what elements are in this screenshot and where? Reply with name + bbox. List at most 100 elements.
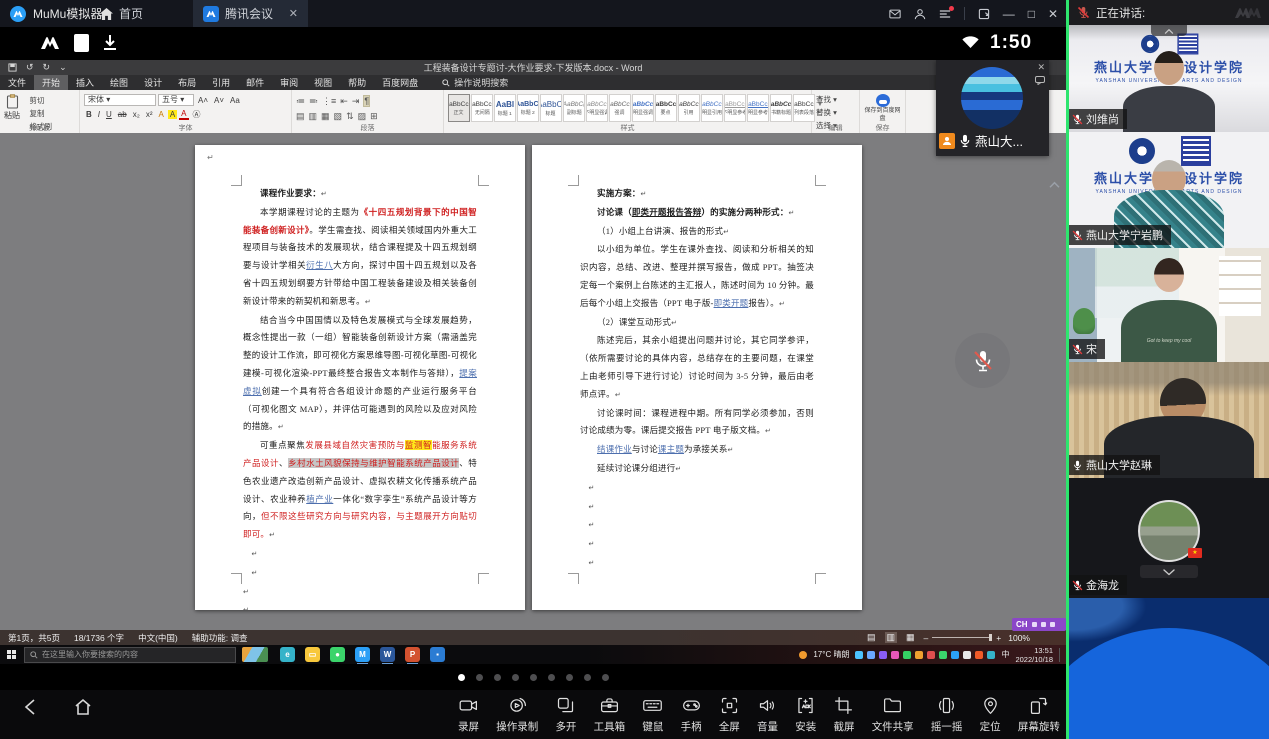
page-indicator[interactable]: 第1页，共5页 (8, 632, 60, 644)
editing-替换[interactable]: 替换 ▾ (816, 107, 855, 118)
text-effects-button[interactable]: A (156, 110, 165, 119)
participant-video-金海龙[interactable]: ★金海龙 (1069, 478, 1269, 598)
decrease-indent-button[interactable]: ⇤ (340, 96, 348, 107)
taskbar-app-file-explorer[interactable]: ▭ (305, 647, 320, 662)
font-size-select[interactable]: 五号 ▾ (158, 94, 194, 106)
show-desktop-button[interactable] (1059, 648, 1060, 662)
document-page-1[interactable]: ↵课程作业要求：↵本学期课程讨论的主题为《十四五规划背景下的中国智能装备创新设计… (195, 145, 525, 610)
tray-icon[interactable] (927, 651, 935, 659)
ribbon-tab-设计[interactable]: 设计 (136, 75, 170, 90)
borders-button[interactable]: ⊞ (370, 111, 378, 122)
ribbon-tab-布局[interactable]: 布局 (170, 75, 204, 90)
taskbar-app-wechat[interactable]: ● (330, 647, 345, 662)
toolbar-record-screen[interactable]: 录屏 (458, 695, 479, 734)
ribbon-tab-插入[interactable]: 插入 (68, 75, 102, 90)
style-标题 1[interactable]: AaBl标题 1 (494, 94, 516, 122)
ribbon-tab-绘图[interactable]: 绘图 (102, 75, 136, 90)
baidu-netdisk-icon[interactable] (876, 94, 890, 107)
strikethrough-button[interactable]: ab (116, 110, 129, 119)
zoom-slider[interactable]: – + (924, 633, 1002, 643)
document-page-2[interactable]: 实施方案：↵讨论课（即类开题报告答辩）的实施分两种形式：↵（1）小组上台讲演、报… (532, 145, 862, 610)
read-mode-button[interactable]: ▤ (865, 632, 878, 643)
zoom-level[interactable]: 100% (1008, 633, 1030, 643)
close-overlay-icon[interactable]: ✕ (1037, 62, 1045, 73)
subscript-button[interactable]: x₂ (131, 110, 142, 119)
participant-video-燕山大学宁岩鹏[interactable]: 燕山大学 与设计学院 YANSHAN UNIVERSITY OF ARTS AN… (1069, 132, 1269, 248)
multilevel-list-button[interactable]: ⋮≡ (322, 96, 336, 107)
taskbar-search-input[interactable]: 在这里输入你要搜索的内容 (24, 647, 236, 663)
ribbon-tab-开始[interactable]: 开始 (34, 75, 68, 90)
taskbar-app-photos[interactable]: ▪ (430, 647, 445, 662)
taskbar-app-powerpoint[interactable]: P (405, 647, 420, 662)
style-要点[interactable]: AaBbCcD要点 (655, 94, 677, 122)
style-明显强调[interactable]: AaBbCcD明显强调 (632, 94, 654, 122)
toolbar-screenshot[interactable]: 截屏 (833, 695, 854, 734)
toolbar-macro-record[interactable]: 操作录制 (496, 695, 538, 734)
paste-button[interactable]: 粘贴 (4, 94, 20, 121)
pager-dot[interactable] (602, 674, 609, 681)
android-home-button[interactable] (74, 698, 92, 716)
taskbar-app-mumu[interactable]: M (355, 647, 370, 662)
line-spacing-button[interactable]: ⇅ (346, 111, 354, 122)
participant-video-宋[interactable]: Got to keep my cool宋 (1069, 248, 1269, 362)
maximize-button[interactable]: □ (1028, 8, 1035, 20)
tray-icon[interactable] (987, 651, 995, 659)
increase-indent-button[interactable]: ⇥ (352, 96, 360, 107)
style-不明显参考[interactable]: AaBbCcD不明显参考 (724, 94, 746, 122)
justify-button[interactable]: ▧ (334, 111, 343, 122)
tab-home[interactable]: 首页 (90, 0, 153, 27)
ribbon-tab-审阅[interactable]: 审阅 (272, 75, 306, 90)
participant-video-燕山大学赵琳[interactable]: 燕山大学赵琳 (1069, 362, 1269, 478)
tray-icon[interactable] (855, 651, 863, 659)
accessibility-status[interactable]: 辅助功能: 调查 (192, 632, 248, 644)
zoom-in-icon[interactable]: + (996, 633, 1001, 643)
pager-dot[interactable] (584, 674, 591, 681)
pager-dot[interactable] (458, 674, 465, 681)
ribbon-tab-邮件[interactable]: 邮件 (238, 75, 272, 90)
clipboard-item-复制[interactable]: 复制 (29, 108, 52, 119)
toolbar-toolbox[interactable]: 工具箱 (594, 695, 626, 734)
style-标题 2[interactable]: AaBbC(标题 2 (517, 94, 539, 122)
pager-dot[interactable] (548, 674, 555, 681)
highlight-button[interactable]: A (168, 110, 177, 119)
editing-查找[interactable]: 查找 ▾ (816, 94, 855, 105)
style-强调[interactable]: AaBbCcD强调 (609, 94, 631, 122)
self-mic-icon[interactable] (958, 134, 972, 148)
ribbon-tab-引用[interactable]: 引用 (204, 75, 238, 90)
ribbon-tab-视图[interactable]: 视图 (306, 75, 340, 90)
style-标题[interactable]: AaBbC(标题 (540, 94, 562, 122)
shrink-font-button[interactable]: A˅ (212, 96, 226, 105)
collapse-sidebar-chevron[interactable] (1048, 180, 1061, 189)
print-layout-button[interactable]: ▥ (885, 632, 898, 643)
close-window-button[interactable]: ✕ (1048, 8, 1058, 20)
ribbon-tab-文件[interactable]: 文件 (0, 75, 34, 90)
zoom-slider-thumb[interactable] (989, 634, 992, 641)
language-bar-overlay[interactable]: CH (1012, 618, 1066, 631)
taskbar-app-edge[interactable]: e (280, 647, 295, 662)
align-center-button[interactable]: ▥ (309, 111, 318, 122)
back-button[interactable] (22, 698, 40, 716)
mute-toggle-button[interactable] (955, 333, 1010, 388)
grow-font-button[interactable]: A˄ (196, 96, 210, 105)
style-书籍标题[interactable]: AaBbCcD书籍标题 (770, 94, 792, 122)
participant-video-shared-background[interactable] (1069, 598, 1269, 739)
toolbar-shake[interactable]: 摇一摇 (931, 695, 963, 734)
font-color-button[interactable]: A (179, 109, 188, 120)
news-weather-widget[interactable] (242, 647, 268, 662)
tray-icon[interactable] (975, 651, 983, 659)
mail-icon[interactable] (889, 8, 901, 20)
toolbar-multi-instance[interactable]: 多开 (555, 695, 576, 734)
minimize-button[interactable]: — (1003, 8, 1015, 20)
pager-dot[interactable] (476, 674, 483, 681)
toolbar-fullscreen[interactable]: 全屏 (719, 695, 740, 734)
tray-icon[interactable] (915, 651, 923, 659)
pager-dot[interactable] (494, 674, 501, 681)
clipboard-item-剪切[interactable]: 剪切 (29, 95, 52, 106)
align-right-button[interactable]: ▦ (321, 111, 330, 122)
tray-clock[interactable]: 13:51 2022/10/18 (1015, 646, 1053, 664)
account-icon[interactable] (914, 8, 926, 20)
toolbar-location[interactable]: 定位 (980, 695, 1001, 734)
character-shading-button[interactable]: Ⓐ (191, 109, 203, 120)
tray-icon[interactable] (963, 651, 971, 659)
web-layout-button[interactable]: ▦ (904, 632, 917, 643)
